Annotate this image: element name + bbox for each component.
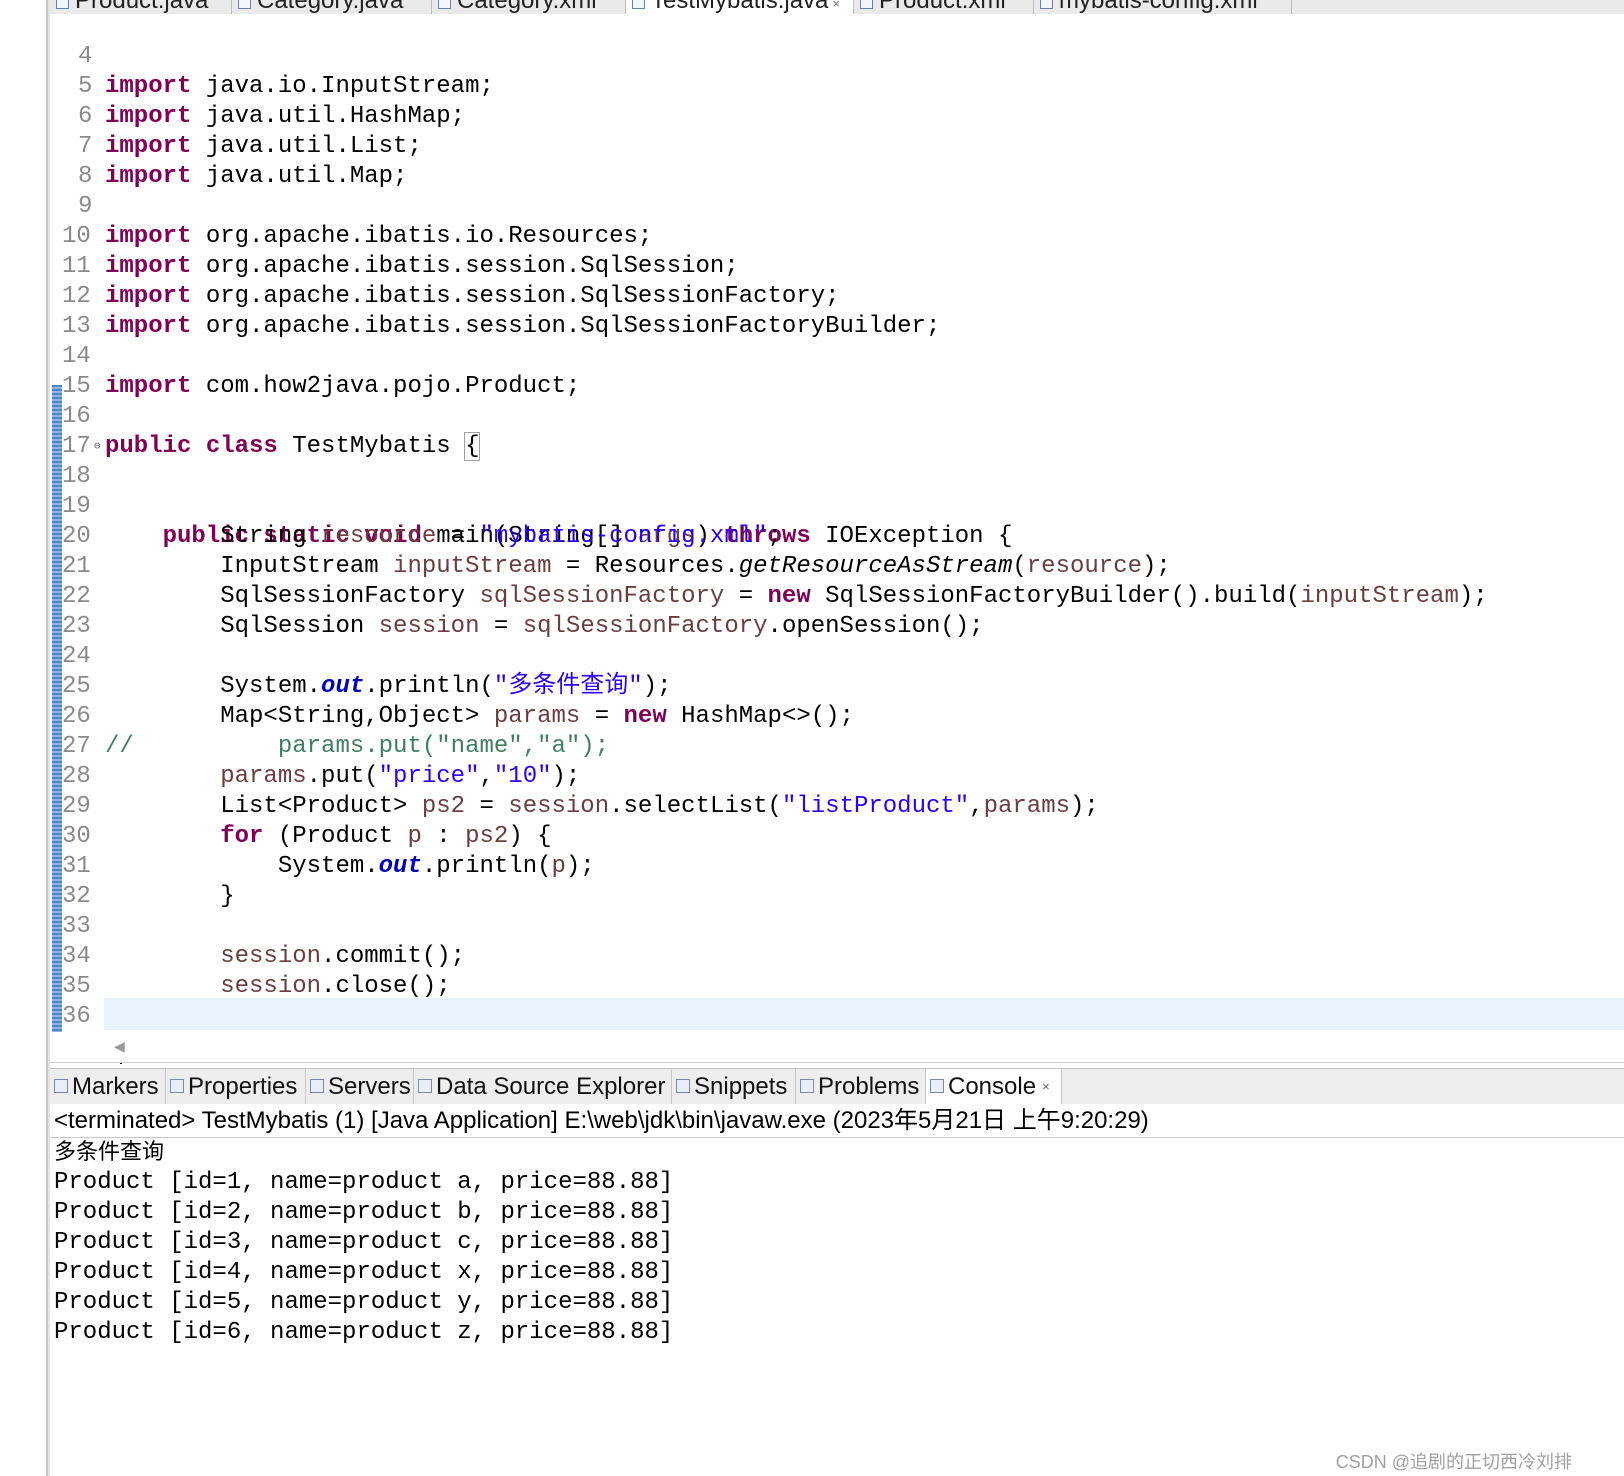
code-line[interactable]: 17 — [50, 402, 1624, 460]
code-line[interactable]: 26 // params.put("name","a"); — [50, 672, 1624, 760]
code-line[interactable]: 5 import java.util.HashMap; — [50, 42, 1624, 130]
tab-label: Category.xml — [457, 0, 597, 14]
code-line[interactable]: 36 } — [50, 972, 1624, 1060]
tab-problems[interactable]: Problems — [796, 1069, 926, 1105]
tab-servers[interactable]: Servers — [306, 1069, 414, 1105]
java-file-icon — [632, 0, 645, 9]
horizontal-scrollbar[interactable]: ◀ — [50, 1032, 1624, 1063]
close-icon[interactable]: × — [1042, 1079, 1050, 1094]
tab-label: Data Source Explorer — [436, 1073, 666, 1100]
java-file-icon — [56, 0, 69, 9]
markers-icon — [54, 1078, 68, 1093]
tab-label: Product.java — [75, 0, 209, 14]
tab-snippets[interactable]: Snippets — [672, 1069, 796, 1105]
code-line[interactable]: 8 — [50, 132, 1624, 190]
tab-label: mybatis-config.xml — [1059, 0, 1258, 14]
tab-label: Console — [948, 1073, 1037, 1100]
console-line: Product [id=1, name=product a, price=88.… — [54, 1169, 674, 1196]
console-output[interactable]: 多条件查询 Product [id=1, name=product a, pri… — [50, 1138, 1624, 1476]
console-status-header: <terminated> TestMybatis (1) [Java Appli… — [50, 1104, 1624, 1138]
code-editor[interactable]: 4 import java.io.InputStream; 5 import j… — [50, 14, 1624, 1064]
code-line[interactable]: 18 ⊖ public static void main(String[] ar… — [50, 432, 1624, 550]
tab-console[interactable]: Console × — [926, 1069, 1062, 1105]
tab-label: Category.java — [257, 0, 404, 14]
tab-data-source-explorer[interactable]: Data Source Explorer — [414, 1069, 672, 1105]
code-line[interactable]: 22 SqlSession session = sqlSessionFactor… — [50, 552, 1624, 640]
left-panel-edge — [0, 0, 48, 1476]
code-line[interactable]: 25 Map<String,Object> params = new HashM… — [50, 642, 1624, 730]
code-line[interactable]: 35 — [50, 942, 1624, 1000]
tab-label: Markers — [72, 1073, 159, 1100]
code-line[interactable]: 21 SqlSessionFactory sqlSessionFactory =… — [50, 522, 1624, 610]
code-line[interactable]: 14 import com.how2java.pojo.Product; — [50, 312, 1624, 400]
code-text: } — [105, 1063, 119, 1064]
code-line[interactable]: 9 import org.apache.ibatis.io.Resources; — [50, 162, 1624, 250]
tab-product-java[interactable]: Product.java — [50, 0, 232, 14]
code-line[interactable]: 19 String resource = "mybatis-config.xml… — [50, 462, 1624, 550]
snippets-icon — [676, 1078, 690, 1093]
code-line[interactable]: 23 — [50, 582, 1624, 640]
tab-label: Problems — [818, 1073, 920, 1100]
console-line: Product [id=4, name=product x, price=88.… — [54, 1259, 674, 1286]
tab-testmybatis-java[interactable]: TestMybatis.java × — [626, 0, 854, 14]
console-line: Product [id=3, name=product c, price=88.… — [54, 1229, 674, 1256]
code-line[interactable]: 24 System.out.println("多条件查询"); — [50, 612, 1624, 700]
tab-label: Snippets — [694, 1073, 788, 1100]
tab-label: TestMybatis.java — [651, 0, 829, 14]
code-line[interactable]: 28 List<Product> ps2 = session.selectLis… — [50, 732, 1624, 820]
code-line[interactable]: 34 session.close(); — [50, 912, 1624, 1000]
code-line[interactable]: 31 } — [50, 822, 1624, 910]
code-line[interactable]: 15 — [50, 342, 1624, 400]
servers-icon — [310, 1078, 324, 1093]
code-line[interactable]: 37 } — [50, 1002, 1624, 1064]
tab-category-xml[interactable]: Category.xml — [432, 0, 626, 14]
close-icon[interactable]: × — [832, 0, 840, 11]
code-line[interactable]: 13 — [50, 282, 1624, 340]
code-line[interactable]: 10 import org.apache.ibatis.session.SqlS… — [50, 192, 1624, 280]
console-line: Product [id=6, name=product z, price=88.… — [54, 1319, 674, 1346]
properties-icon — [170, 1078, 184, 1093]
code-line[interactable]: 7 import java.util.Map; — [50, 102, 1624, 190]
fold-collapse-icon[interactable]: ⊖ — [94, 432, 101, 462]
console-line: Product [id=5, name=product y, price=88.… — [54, 1289, 674, 1316]
code-line[interactable]: 29 for (Product p : ps2) { — [50, 762, 1624, 850]
console-line: Product [id=2, name=product b, price=88.… — [54, 1199, 674, 1226]
views-tab-bar: Markers Properties Servers Data Source E… — [50, 1068, 1624, 1106]
watermark: CSDN @追剧的正切西冷刘排 — [1335, 1452, 1572, 1472]
tab-markers[interactable]: Markers — [50, 1069, 166, 1105]
xml-file-icon — [1040, 0, 1053, 9]
tab-product-xml[interactable]: Product.xml — [854, 0, 1034, 14]
java-file-icon — [238, 0, 251, 9]
code-line[interactable]: 30 System.out.println(p); — [50, 792, 1624, 880]
xml-file-icon — [438, 0, 451, 9]
code-line[interactable]: 16 public class TestMybatis { — [50, 372, 1624, 461]
console-icon — [930, 1078, 944, 1093]
code-line[interactable]: 12 import org.apache.ibatis.session.SqlS… — [50, 252, 1624, 340]
code-line[interactable]: 32 — [50, 852, 1624, 910]
xml-file-icon — [860, 0, 873, 9]
code-line[interactable]: 4 import java.io.InputStream; — [50, 14, 1624, 100]
console-line: 多条件查询 — [54, 1140, 165, 1165]
tab-label: Properties — [188, 1073, 298, 1100]
tab-properties[interactable]: Properties — [166, 1069, 306, 1105]
tab-label: Product.xml — [879, 0, 1006, 14]
database-icon — [418, 1078, 432, 1093]
scroll-left-arrow-icon[interactable]: ◀ — [114, 1038, 125, 1055]
editor-tab-bar: Product.java Category.java Category.xml … — [50, 0, 1624, 15]
code-line[interactable]: 33 session.commit(); — [50, 882, 1624, 970]
tab-label: Servers — [328, 1073, 411, 1100]
tab-mybatis-config-xml[interactable]: mybatis-config.xml — [1034, 0, 1292, 14]
tab-category-java[interactable]: Category.java — [232, 0, 432, 14]
code-line[interactable]: 20 InputStream inputStream = Resources.g… — [50, 492, 1624, 580]
code-line[interactable]: 27 params.put("price","10"); — [50, 702, 1624, 790]
code-line[interactable]: 6 import java.util.List; — [50, 72, 1624, 160]
code-line[interactable]: 11 import org.apache.ibatis.session.SqlS… — [50, 222, 1624, 310]
problems-icon — [800, 1078, 814, 1093]
